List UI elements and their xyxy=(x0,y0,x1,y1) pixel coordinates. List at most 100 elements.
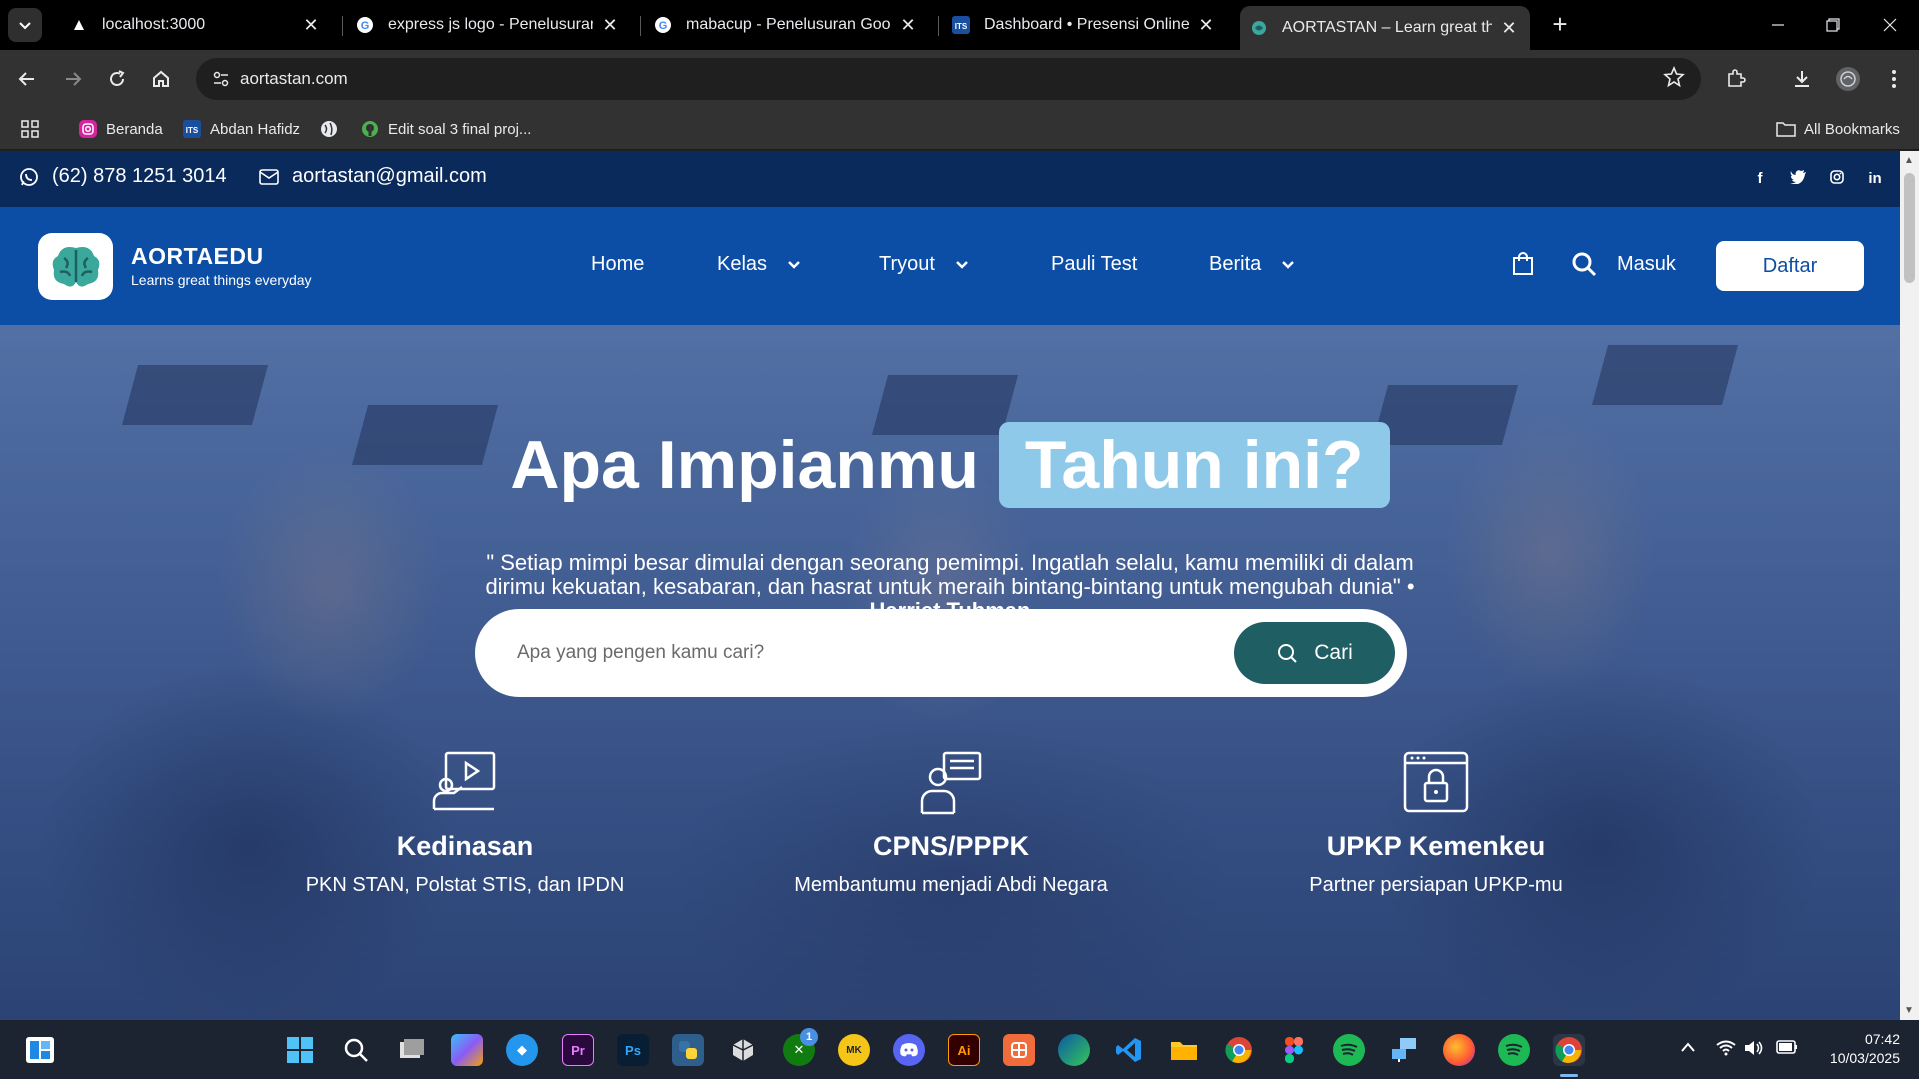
scrollbar-thumb[interactable] xyxy=(1904,173,1915,283)
widgets-icon xyxy=(26,1037,54,1063)
nav-home[interactable]: Home xyxy=(591,253,644,276)
brand[interactable]: AORTAEDU Learns great things everyday xyxy=(131,243,312,288)
close-icon[interactable]: ✕ xyxy=(300,15,322,36)
battery-icon[interactable] xyxy=(1776,1040,1798,1059)
edge-icon[interactable] xyxy=(1058,1034,1090,1066)
system-clock[interactable]: 07:42 10/03/2025 xyxy=(1816,1030,1900,1068)
docker-icon[interactable]: ◆ xyxy=(506,1034,538,1066)
active-app-indicator xyxy=(1560,1074,1578,1077)
browser-tab-active[interactable]: AORTASTAN – Learn great things ✕ xyxy=(1240,6,1530,50)
tab-search-button[interactable] xyxy=(8,8,42,42)
browser-tab[interactable]: localhost:3000 ✕ xyxy=(60,6,332,44)
all-bookmarks-button[interactable]: All Bookmarks xyxy=(1776,118,1900,140)
close-icon[interactable]: ✕ xyxy=(599,15,621,36)
page-scrollbar[interactable]: ▲ ▼ xyxy=(1900,151,1919,1020)
hero-search-input[interactable] xyxy=(517,631,1217,675)
reload-button[interactable] xyxy=(100,62,134,96)
restore-icon xyxy=(1825,18,1840,32)
spotify-icon[interactable] xyxy=(1333,1034,1365,1066)
vscode-icon[interactable] xyxy=(1113,1034,1145,1066)
scroll-up-icon[interactable]: ▲ xyxy=(1904,155,1914,166)
figma-icon[interactable] xyxy=(1278,1034,1310,1066)
python-icon[interactable] xyxy=(672,1034,704,1066)
close-window-button[interactable] xyxy=(1862,0,1917,50)
nav-tryout[interactable]: Tryout xyxy=(879,253,969,276)
login-link[interactable]: Masuk xyxy=(1617,253,1676,276)
unity-icon[interactable] xyxy=(727,1034,759,1066)
downloads-button[interactable] xyxy=(1785,62,1819,96)
home-button[interactable] xyxy=(144,62,178,96)
forward-button[interactable] xyxy=(56,62,90,96)
feature-cpns[interactable]: CPNS/PPPK Membantumu menjadi Abdi Negara xyxy=(741,751,1161,897)
chrome-icon[interactable] xyxy=(1223,1034,1255,1066)
task-view-icon[interactable] xyxy=(396,1034,428,1066)
profile-button[interactable] xyxy=(1831,62,1865,96)
folder-icon[interactable] xyxy=(1168,1034,1200,1066)
search-icon xyxy=(1572,252,1597,277)
web-page: (62) 878 1251 3014 aortastan@gmail.com f… xyxy=(0,151,1900,1020)
site-search-button[interactable] xyxy=(1571,251,1597,282)
premiere-icon[interactable]: Pr xyxy=(562,1034,594,1066)
nav-pauli-test[interactable]: Pauli Test xyxy=(1051,253,1137,276)
nav-kelas[interactable]: Kelas xyxy=(717,253,801,276)
restore-button[interactable] xyxy=(1805,0,1860,50)
scroll-down-icon[interactable]: ▼ xyxy=(1904,1005,1914,1016)
apps-button[interactable] xyxy=(20,118,40,140)
browser-tab[interactable]: G express js logo - Penelusuran G ✕ xyxy=(346,6,631,44)
bookmark-item[interactable]: Edit soal 3 final proj... xyxy=(360,118,531,140)
search-submit-button[interactable]: Cari xyxy=(1234,622,1395,684)
close-icon[interactable]: ✕ xyxy=(1498,18,1520,39)
address-bar[interactable]: aortastan.com xyxy=(196,58,1701,100)
volume-icon[interactable] xyxy=(1744,1040,1764,1061)
twitter-icon[interactable] xyxy=(1788,170,1808,190)
search-icon[interactable] xyxy=(340,1034,372,1066)
site-info-icon[interactable] xyxy=(208,66,234,92)
email-contact[interactable]: aortastan@gmail.com xyxy=(258,165,487,188)
cart-button[interactable] xyxy=(1511,251,1535,282)
nav-berita[interactable]: Berita xyxy=(1209,253,1295,276)
wifi-icon[interactable] xyxy=(1716,1040,1736,1061)
photoshop-icon[interactable]: Ps xyxy=(617,1034,649,1066)
extensions-button[interactable] xyxy=(1719,62,1753,96)
browser-menu-button[interactable] xyxy=(1877,62,1911,96)
nav-label: Home xyxy=(591,253,645,275)
instagram-icon[interactable] xyxy=(1827,170,1847,190)
chevron-up-icon[interactable] xyxy=(1680,1040,1696,1058)
bookmark-star-icon[interactable] xyxy=(1663,65,1685,93)
feature-kedinasan[interactable]: Kedinasan PKN STAN, Polstat STIS, dan IP… xyxy=(255,751,675,897)
spotify-icon[interactable] xyxy=(1498,1034,1530,1066)
linkedin-icon[interactable]: in xyxy=(1865,170,1885,190)
close-icon[interactable]: ✕ xyxy=(897,15,919,36)
headline-highlight: Tahun ini? xyxy=(998,422,1390,508)
firefox-icon[interactable] xyxy=(1443,1034,1475,1066)
postman-icon[interactable] xyxy=(1003,1034,1035,1066)
brand-logo[interactable] xyxy=(38,233,113,300)
browser-tab[interactable]: ITS Dashboard • Presensi Online ITS ✕ xyxy=(942,6,1227,44)
facebook-icon[interactable]: f xyxy=(1750,170,1770,190)
back-button[interactable] xyxy=(10,62,44,96)
arrow-right-icon xyxy=(66,72,82,86)
close-icon[interactable]: ✕ xyxy=(1195,15,1217,36)
widgets-button[interactable] xyxy=(24,1034,56,1066)
chrome-icon[interactable] xyxy=(1553,1034,1585,1066)
windows-start-icon[interactable] xyxy=(284,1034,316,1066)
discord-icon[interactable] xyxy=(893,1034,925,1066)
phone-contact[interactable]: (62) 878 1251 3014 xyxy=(18,165,227,188)
puzzle-icon xyxy=(1728,69,1746,87)
register-button[interactable]: Daftar xyxy=(1716,241,1864,291)
bookmark-item[interactable] xyxy=(319,118,347,140)
browser-tab[interactable]: G mabacup - Penelusuran Google ✕ xyxy=(644,6,929,44)
reload-icon xyxy=(110,70,125,86)
copilot-icon[interactable] xyxy=(451,1034,483,1066)
network-app-icon[interactable] xyxy=(1388,1034,1420,1066)
browser-toolbar: aortastan.com xyxy=(0,50,1919,108)
feature-upkp[interactable]: UPKP Kemenkeu Partner persiapan UPKP-mu xyxy=(1226,751,1646,897)
bookmark-item[interactable]: Beranda xyxy=(78,118,163,140)
bookmark-item[interactable]: ITS Abdan Hafidz xyxy=(182,118,300,140)
illustrator-icon[interactable]: Ai xyxy=(948,1034,980,1066)
apps-grid-icon xyxy=(21,120,39,138)
new-tab-button[interactable]: + xyxy=(1545,10,1575,40)
all-bookmarks-label: All Bookmarks xyxy=(1804,120,1900,138)
mk-icon[interactable]: MK xyxy=(838,1034,870,1066)
minimize-button[interactable] xyxy=(1750,0,1805,50)
